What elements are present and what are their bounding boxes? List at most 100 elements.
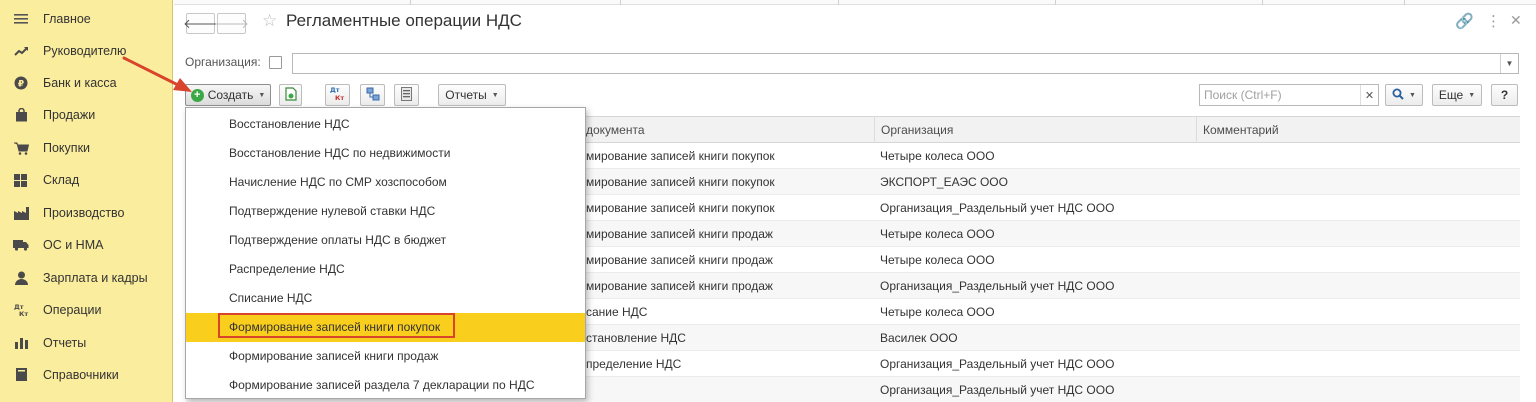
sidebar-item-label: Продажи (43, 108, 96, 122)
table-cell-comment (1196, 169, 1520, 195)
sidebar-item-operations[interactable]: Дт Кт Операции (0, 296, 172, 324)
truck-icon (13, 237, 29, 253)
close-icon: ✕ (1364, 89, 1375, 102)
table-cell-comment (1196, 325, 1520, 351)
sidebar-item-warehouse[interactable]: Склад (0, 166, 172, 194)
copy-document-button[interactable] (279, 84, 302, 106)
sidebar-item-label: Банк и касса (43, 76, 117, 90)
copy-document-icon (284, 86, 297, 104)
menu-item[interactable]: Формирование записей книги продаж (186, 342, 585, 371)
sidebar-item-purchases[interactable]: Покупки (0, 134, 172, 162)
table-cell-org: Четыре колеса ООО (880, 227, 995, 241)
menu-item[interactable]: Распределение НДС (186, 255, 585, 284)
column-header-comment[interactable]: Комментарий (1196, 117, 1520, 143)
sidebar-item-label: Покупки (43, 141, 91, 155)
table-cell-org: Четыре колеса ООО (880, 305, 995, 319)
arrow-right-icon: 🡒 (214, 15, 249, 31)
table-cell-org: Четыре колеса ООО (880, 149, 995, 163)
reports-button[interactable]: Отчеты ▼ (438, 84, 506, 106)
table-cell-org: Василек ООО (880, 331, 958, 345)
annotation-arrow-icon (122, 56, 192, 92)
sidebar-item-sales[interactable]: Продажи (0, 101, 172, 129)
menu-item[interactable]: Восстановление НДС по недвижимости (186, 139, 585, 168)
table-cell-comment (1196, 299, 1520, 325)
column-header-organization[interactable]: Организация (874, 117, 1196, 143)
svg-text:Кт: Кт (335, 94, 344, 101)
menu-item[interactable]: Начисление НДС по СМР хозспособом (186, 168, 585, 197)
table-cell-org: Четыре колеса ООО (880, 253, 995, 267)
search-icon (1392, 88, 1404, 103)
help-button[interactable]: ? (1491, 84, 1518, 106)
sidebar-item-references[interactable]: Справочники (0, 361, 172, 389)
link-icon[interactable]: 🔗 (1455, 12, 1474, 30)
cart-icon (13, 140, 29, 156)
menu-icon (13, 11, 29, 27)
table-cell-org: Организация_Раздельный учет НДС ООО (880, 383, 1115, 397)
menu-item[interactable]: Формирование записей раздела 7 деклараци… (186, 371, 585, 400)
back-button[interactable]: 🡐 (183, 13, 218, 34)
table-cell-comment (1196, 351, 1520, 377)
table-cell-comment (1196, 143, 1520, 169)
menu-item[interactable]: Восстановление НДС (186, 110, 585, 139)
close-icon[interactable]: ✕ (1510, 12, 1522, 29)
svg-text:Дт: Дт (330, 86, 340, 94)
trend-icon (13, 43, 29, 59)
coin-icon: ₽ (13, 75, 29, 91)
menu-item[interactable]: Формирование записей книги покупок (186, 313, 585, 342)
search-button[interactable]: ▼ (1385, 84, 1423, 106)
sidebar-item-label: Справочники (43, 368, 119, 382)
menu-item[interactable]: Подтверждение нулевой ставки НДС (186, 197, 585, 226)
structure-icon (366, 87, 380, 104)
table-cell-doc: мирование записей книги продаж (586, 279, 773, 293)
table-cell-doc: мирование записей книги продаж (586, 227, 773, 241)
chevron-down-icon: ▼ (1409, 91, 1416, 99)
table-cell-comment (1196, 273, 1520, 299)
sidebar-item-salary[interactable]: Зарплата и кадры (0, 264, 172, 292)
table-cell-doc: мирование записей книги покупок (586, 175, 775, 189)
sidebar-item-label: Зарплата и кадры (43, 271, 148, 285)
menu-item[interactable]: Списание НДС (186, 284, 585, 313)
book-icon (13, 367, 29, 383)
top-tab-strip (174, 0, 1536, 5)
search-clear-button[interactable]: ✕ (1360, 85, 1378, 105)
table-cell-doc: мирование записей книги продаж (586, 253, 773, 267)
organization-dropdown-button[interactable]: ▼ (1500, 54, 1518, 73)
search-input[interactable] (1200, 85, 1360, 105)
sidebar-item-reports[interactable]: Отчеты (0, 329, 172, 357)
menu-item[interactable]: Подтверждение оплаты НДС в бюджет (186, 226, 585, 255)
organization-filter-checkbox[interactable] (269, 56, 282, 69)
sidebar-item-label: Склад (43, 173, 80, 187)
table-cell-doc: пределение НДС (586, 357, 682, 371)
organization-input[interactable]: ▼ (292, 53, 1519, 74)
svg-text:Кт: Кт (19, 310, 28, 317)
warehouse-icon (13, 172, 29, 188)
sidebar-item-main[interactable]: Главное (0, 5, 172, 33)
structure-button[interactable] (360, 84, 385, 106)
journal-button[interactable] (394, 84, 419, 106)
sidebar-item-assets[interactable]: ОС и НМА (0, 231, 172, 259)
table-cell-org: Организация_Раздельный учет НДС ООО (880, 357, 1115, 371)
favorite-star-icon[interactable]: ☆ (262, 11, 277, 31)
search-field[interactable]: ✕ (1199, 84, 1379, 106)
dt-kt-button[interactable]: Дт Кт (325, 84, 350, 106)
chevron-down-icon: ▼ (1468, 91, 1476, 99)
create-dropdown-menu: Восстановление НДС Восстановление НДС по … (185, 107, 586, 399)
column-header-document[interactable]: документа (580, 117, 874, 143)
chevron-down-icon: ▼ (258, 91, 266, 99)
table-cell-org: Организация_Раздельный учет НДС ООО (880, 279, 1115, 293)
sidebar-item-label: Операции (43, 303, 102, 317)
chevron-down-icon: ▼ (1505, 59, 1514, 68)
table-cell-org: Организация_Раздельный учет НДС ООО (880, 201, 1115, 215)
svg-text:₽: ₽ (18, 80, 24, 90)
more-vertical-icon[interactable]: ⋮ (1486, 12, 1501, 30)
table-cell-comment (1196, 221, 1520, 247)
more-button[interactable]: Еще ▼ (1432, 84, 1482, 106)
table-cell-org: ЭКСПОРТ_ЕАЭС ООО (880, 175, 1008, 189)
sidebar-item-label: Производство (43, 206, 125, 220)
forward-button[interactable]: 🡒 (214, 13, 249, 34)
dt-kt-icon: Дт Кт (330, 86, 346, 104)
vertical-scrollbar[interactable] (1522, 84, 1536, 402)
table-cell-doc: мирование записей книги покупок (586, 201, 775, 215)
page-title: Регламентные операции НДС (286, 11, 522, 30)
sidebar-item-production[interactable]: Производство (0, 199, 172, 227)
